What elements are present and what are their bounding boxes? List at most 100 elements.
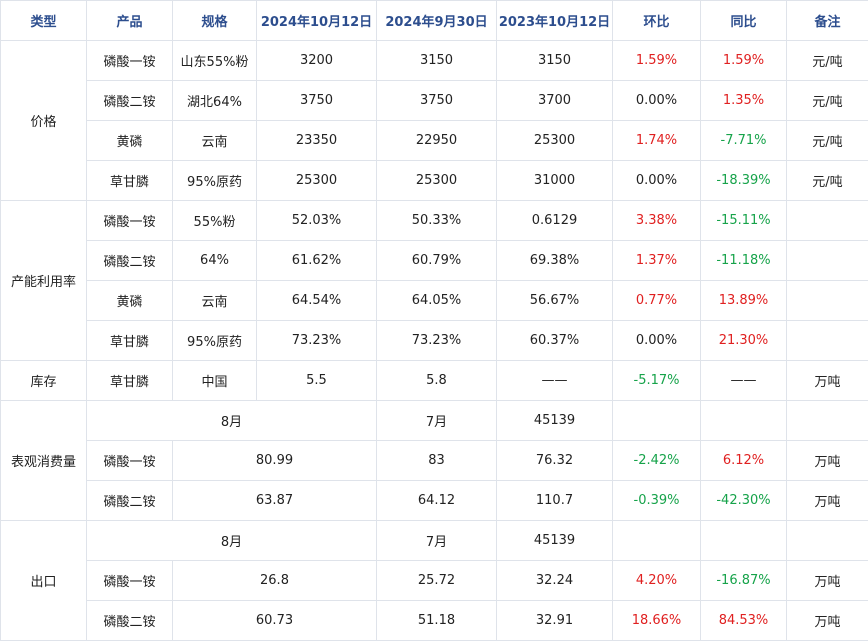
product-cell: 磷酸二铵 bbox=[86, 80, 173, 121]
spec-cell: 55%粉 bbox=[172, 200, 257, 241]
category-inventory: 库存 bbox=[0, 360, 87, 401]
value-last-year: 110.7 bbox=[496, 480, 613, 521]
note-cell: 元/吨 bbox=[786, 160, 868, 201]
category-price: 价格 bbox=[0, 40, 87, 201]
product-cell: 黄磷 bbox=[86, 280, 173, 321]
period-label-last-year: 45139 bbox=[496, 520, 613, 561]
product-cell: 磷酸一铵 bbox=[86, 40, 173, 81]
spec-cell: 64% bbox=[172, 240, 257, 281]
header-note: 备注 bbox=[786, 0, 868, 41]
value-last-year: —— bbox=[496, 360, 613, 401]
note-cell: 万吨 bbox=[786, 600, 868, 641]
yoy-change: —— bbox=[700, 360, 787, 401]
value-previous: 51.18 bbox=[376, 600, 497, 641]
note-cell: 万吨 bbox=[786, 360, 868, 401]
note-cell: 元/吨 bbox=[786, 40, 868, 81]
note-cell: 元/吨 bbox=[786, 80, 868, 121]
empty-cell bbox=[786, 520, 868, 561]
value-current: 3750 bbox=[256, 80, 377, 121]
table-row: 出口 8月 7月 45139 bbox=[0, 520, 868, 641]
category-capacity: 产能利用率 bbox=[0, 200, 87, 361]
table-row: 表观消费量 8月 7月 45139 bbox=[0, 400, 868, 521]
mom-change: 4.20% bbox=[612, 560, 701, 601]
value-current: 63.87 bbox=[172, 480, 377, 521]
mom-change: 3.38% bbox=[612, 200, 701, 241]
yoy-change: 21.30% bbox=[700, 320, 787, 361]
table-row: 磷酸二铵 63.87 64.12 110.7 -0.39% -42.30% 万吨 bbox=[1, 480, 868, 521]
period-label-current: 8月 bbox=[86, 520, 377, 561]
value-previous: 50.33% bbox=[376, 200, 497, 241]
note-cell bbox=[786, 240, 868, 281]
commodity-data-table: 类型 产品 规格 2024年10月12日 2024年9月30日 2023年10月… bbox=[0, 0, 868, 641]
value-last-year: 25300 bbox=[496, 120, 613, 161]
yoy-change: 6.12% bbox=[700, 440, 787, 481]
table-row: 黄磷 云南 23350 22950 25300 1.74% -7.71% 元/吨 bbox=[1, 120, 868, 161]
value-previous: 73.23% bbox=[376, 320, 497, 361]
spec-cell: 云南 bbox=[172, 120, 257, 161]
table-row: 草甘膦 95%原药 25300 25300 31000 0.00% -18.39… bbox=[1, 160, 868, 201]
value-previous: 64.05% bbox=[376, 280, 497, 321]
table-row: 磷酸二铵 湖北64% 3750 3750 3700 0.00% 1.35% 元/… bbox=[1, 80, 868, 121]
yoy-change: -7.71% bbox=[700, 120, 787, 161]
yoy-change: -16.87% bbox=[700, 560, 787, 601]
mom-change: 1.59% bbox=[612, 40, 701, 81]
category-export: 出口 bbox=[0, 520, 87, 641]
note-cell bbox=[786, 200, 868, 241]
product-cell: 磷酸一铵 bbox=[86, 560, 173, 601]
header-type: 类型 bbox=[0, 0, 87, 41]
product-cell: 草甘膦 bbox=[86, 320, 173, 361]
value-previous: 60.79% bbox=[376, 240, 497, 281]
value-last-year: 76.32 bbox=[496, 440, 613, 481]
yoy-change: -15.11% bbox=[700, 200, 787, 241]
value-last-year: 32.24 bbox=[496, 560, 613, 601]
mom-change: -0.39% bbox=[612, 480, 701, 521]
empty-cell bbox=[612, 520, 701, 561]
spec-cell: 中国 bbox=[172, 360, 257, 401]
product-cell: 草甘膦 bbox=[86, 160, 173, 201]
note-cell: 万吨 bbox=[786, 440, 868, 481]
mom-change: -5.17% bbox=[612, 360, 701, 401]
spec-cell: 95%原药 bbox=[172, 160, 257, 201]
spec-cell: 湖北64% bbox=[172, 80, 257, 121]
header-date-last-year: 2023年10月12日 bbox=[496, 0, 613, 41]
yoy-change: 84.53% bbox=[700, 600, 787, 641]
product-cell: 草甘膦 bbox=[86, 360, 173, 401]
table-row: 磷酸二铵 64% 61.62% 60.79% 69.38% 1.37% -11.… bbox=[1, 240, 868, 281]
mom-change: 0.00% bbox=[612, 160, 701, 201]
table-row: 黄磷 云南 64.54% 64.05% 56.67% 0.77% 13.89% bbox=[1, 280, 868, 321]
value-previous: 25.72 bbox=[376, 560, 497, 601]
value-last-year: 0.6129 bbox=[496, 200, 613, 241]
value-previous: 5.8 bbox=[376, 360, 497, 401]
product-cell: 磷酸一铵 bbox=[86, 200, 173, 241]
product-cell: 磷酸二铵 bbox=[86, 240, 173, 281]
value-current: 80.99 bbox=[172, 440, 377, 481]
yoy-change: -18.39% bbox=[700, 160, 787, 201]
empty-cell bbox=[786, 400, 868, 441]
yoy-change: 1.35% bbox=[700, 80, 787, 121]
header-yoy: 同比 bbox=[700, 0, 787, 41]
table-row: 磷酸一铵 26.8 25.72 32.24 4.20% -16.87% 万吨 bbox=[1, 560, 868, 601]
value-last-year: 32.91 bbox=[496, 600, 613, 641]
yoy-change: -11.18% bbox=[700, 240, 787, 281]
table-row: 产能利用率 磷酸一铵 55%粉 52.03% 50.33% 0.6129 3.3… bbox=[0, 200, 868, 361]
value-last-year: 31000 bbox=[496, 160, 613, 201]
value-current: 61.62% bbox=[256, 240, 377, 281]
table-row: 库存 草甘膦 中国 5.5 5.8 —— -5.17% —— 万吨 bbox=[0, 360, 868, 401]
mom-change: 1.74% bbox=[612, 120, 701, 161]
value-previous: 83 bbox=[376, 440, 497, 481]
period-label-previous: 7月 bbox=[376, 400, 497, 441]
value-current: 64.54% bbox=[256, 280, 377, 321]
value-previous: 3750 bbox=[376, 80, 497, 121]
value-previous: 25300 bbox=[376, 160, 497, 201]
product-cell: 磷酸一铵 bbox=[86, 440, 173, 481]
yoy-change: -42.30% bbox=[700, 480, 787, 521]
table-row: 草甘膦 95%原药 73.23% 73.23% 60.37% 0.00% 21.… bbox=[1, 320, 868, 361]
header-spec: 规格 bbox=[172, 0, 257, 41]
value-last-year: 69.38% bbox=[496, 240, 613, 281]
note-cell: 万吨 bbox=[786, 560, 868, 601]
header-product: 产品 bbox=[86, 0, 173, 41]
yoy-change: 1.59% bbox=[700, 40, 787, 81]
header-row: 类型 产品 规格 2024年10月12日 2024年9月30日 2023年10月… bbox=[0, 0, 868, 41]
period-label-current: 8月 bbox=[86, 400, 377, 441]
empty-cell bbox=[700, 520, 787, 561]
